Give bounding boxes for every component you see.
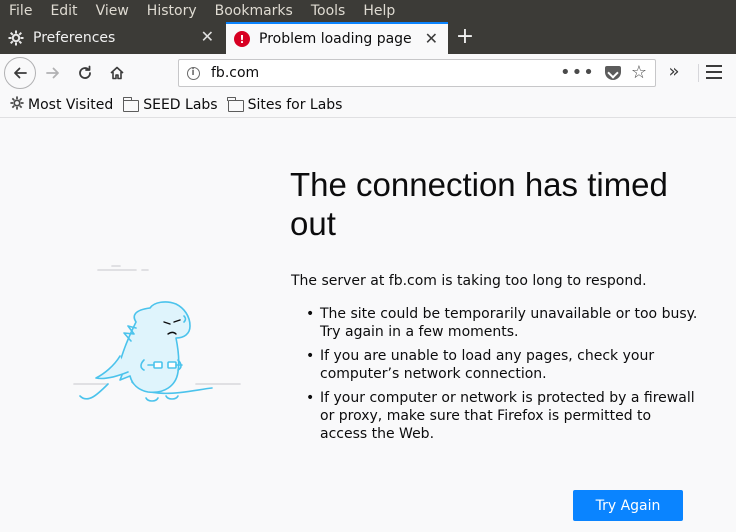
arrow-left-icon — [14, 67, 27, 79]
list-item: The site could be temporarily unavailabl… — [306, 305, 700, 341]
arrow-right-icon — [46, 67, 59, 79]
error-icon: ! — [234, 31, 250, 47]
menu-tools[interactable]: Tools — [306, 1, 351, 21]
overflow-chevron-icon[interactable]: » — [662, 62, 686, 84]
reload-icon — [79, 65, 91, 79]
list-item: If your computer or network is protected… — [306, 389, 700, 443]
folder-icon — [122, 96, 140, 112]
nav-toolbar: i fb.com ••• ☆ » — [0, 54, 736, 92]
folder-icon — [227, 96, 244, 112]
tab-problem-loading[interactable]: ! Problem loading page ✕ — [226, 22, 448, 54]
gear-icon — [10, 95, 24, 114]
home-icon — [110, 66, 124, 80]
menu-edit[interactable]: Edit — [45, 1, 82, 21]
list-item: If you are unable to load any pages, che… — [306, 347, 700, 383]
menu-bar: File Edit View History Bookmarks Tools H… — [0, 0, 736, 22]
bookmark-sites-for-labs[interactable]: Sites for Labs — [227, 96, 343, 113]
reload-button[interactable] — [70, 58, 100, 88]
bookmark-label: Sites for Labs — [247, 96, 343, 113]
menu-hamburger-icon[interactable] — [706, 65, 722, 79]
error-title: The connection has timed out — [290, 166, 668, 242]
error-suggestions-list: The site could be temporarily unavailabl… — [306, 305, 700, 449]
page-actions-icon[interactable]: ••• — [560, 64, 595, 82]
gear-icon — [8, 30, 24, 46]
menu-help[interactable]: Help — [358, 1, 400, 21]
tab-label: Problem loading page — [259, 31, 412, 47]
back-button[interactable] — [4, 57, 36, 89]
bookmark-most-visited[interactable]: Most Visited — [10, 95, 114, 114]
tab-strip: Preferences ✕ ! Problem loading page ✕ + — [0, 22, 736, 54]
error-description: The server at fb.com is taking too long … — [291, 273, 647, 289]
disconnected-dinosaur-illustration — [73, 265, 241, 402]
bookmarks-bar: Most Visited SEED Labs Sites for Labs — [0, 92, 736, 118]
forward-button[interactable] — [38, 58, 68, 88]
menu-history[interactable]: History — [142, 1, 202, 21]
menu-file[interactable]: File — [4, 1, 37, 21]
try-again-button[interactable]: Try Again — [573, 490, 683, 521]
close-tab-icon[interactable]: ✕ — [425, 31, 438, 47]
url-text[interactable]: fb.com — [211, 65, 560, 81]
tab-label: Preferences — [33, 30, 116, 46]
toolbar-separator — [698, 64, 699, 82]
info-icon[interactable]: i — [179, 66, 207, 80]
menu-view[interactable]: View — [91, 1, 134, 21]
url-bar[interactable]: i fb.com ••• ☆ — [178, 59, 656, 87]
home-button[interactable] — [102, 58, 132, 88]
tab-preferences[interactable]: Preferences ✕ — [0, 22, 224, 54]
pocket-icon[interactable] — [604, 66, 621, 80]
bookmark-label: Most Visited — [28, 96, 114, 113]
close-tab-icon[interactable]: ✕ — [201, 29, 214, 45]
error-page: The connection has timed out The server … — [0, 119, 736, 532]
bookmark-label: SEED Labs — [143, 96, 218, 113]
menu-bookmarks[interactable]: Bookmarks — [210, 1, 298, 21]
bookmark-seed-labs[interactable]: SEED Labs — [122, 96, 218, 113]
new-tab-button[interactable]: + — [452, 26, 478, 50]
star-icon[interactable]: ☆ — [631, 64, 647, 82]
